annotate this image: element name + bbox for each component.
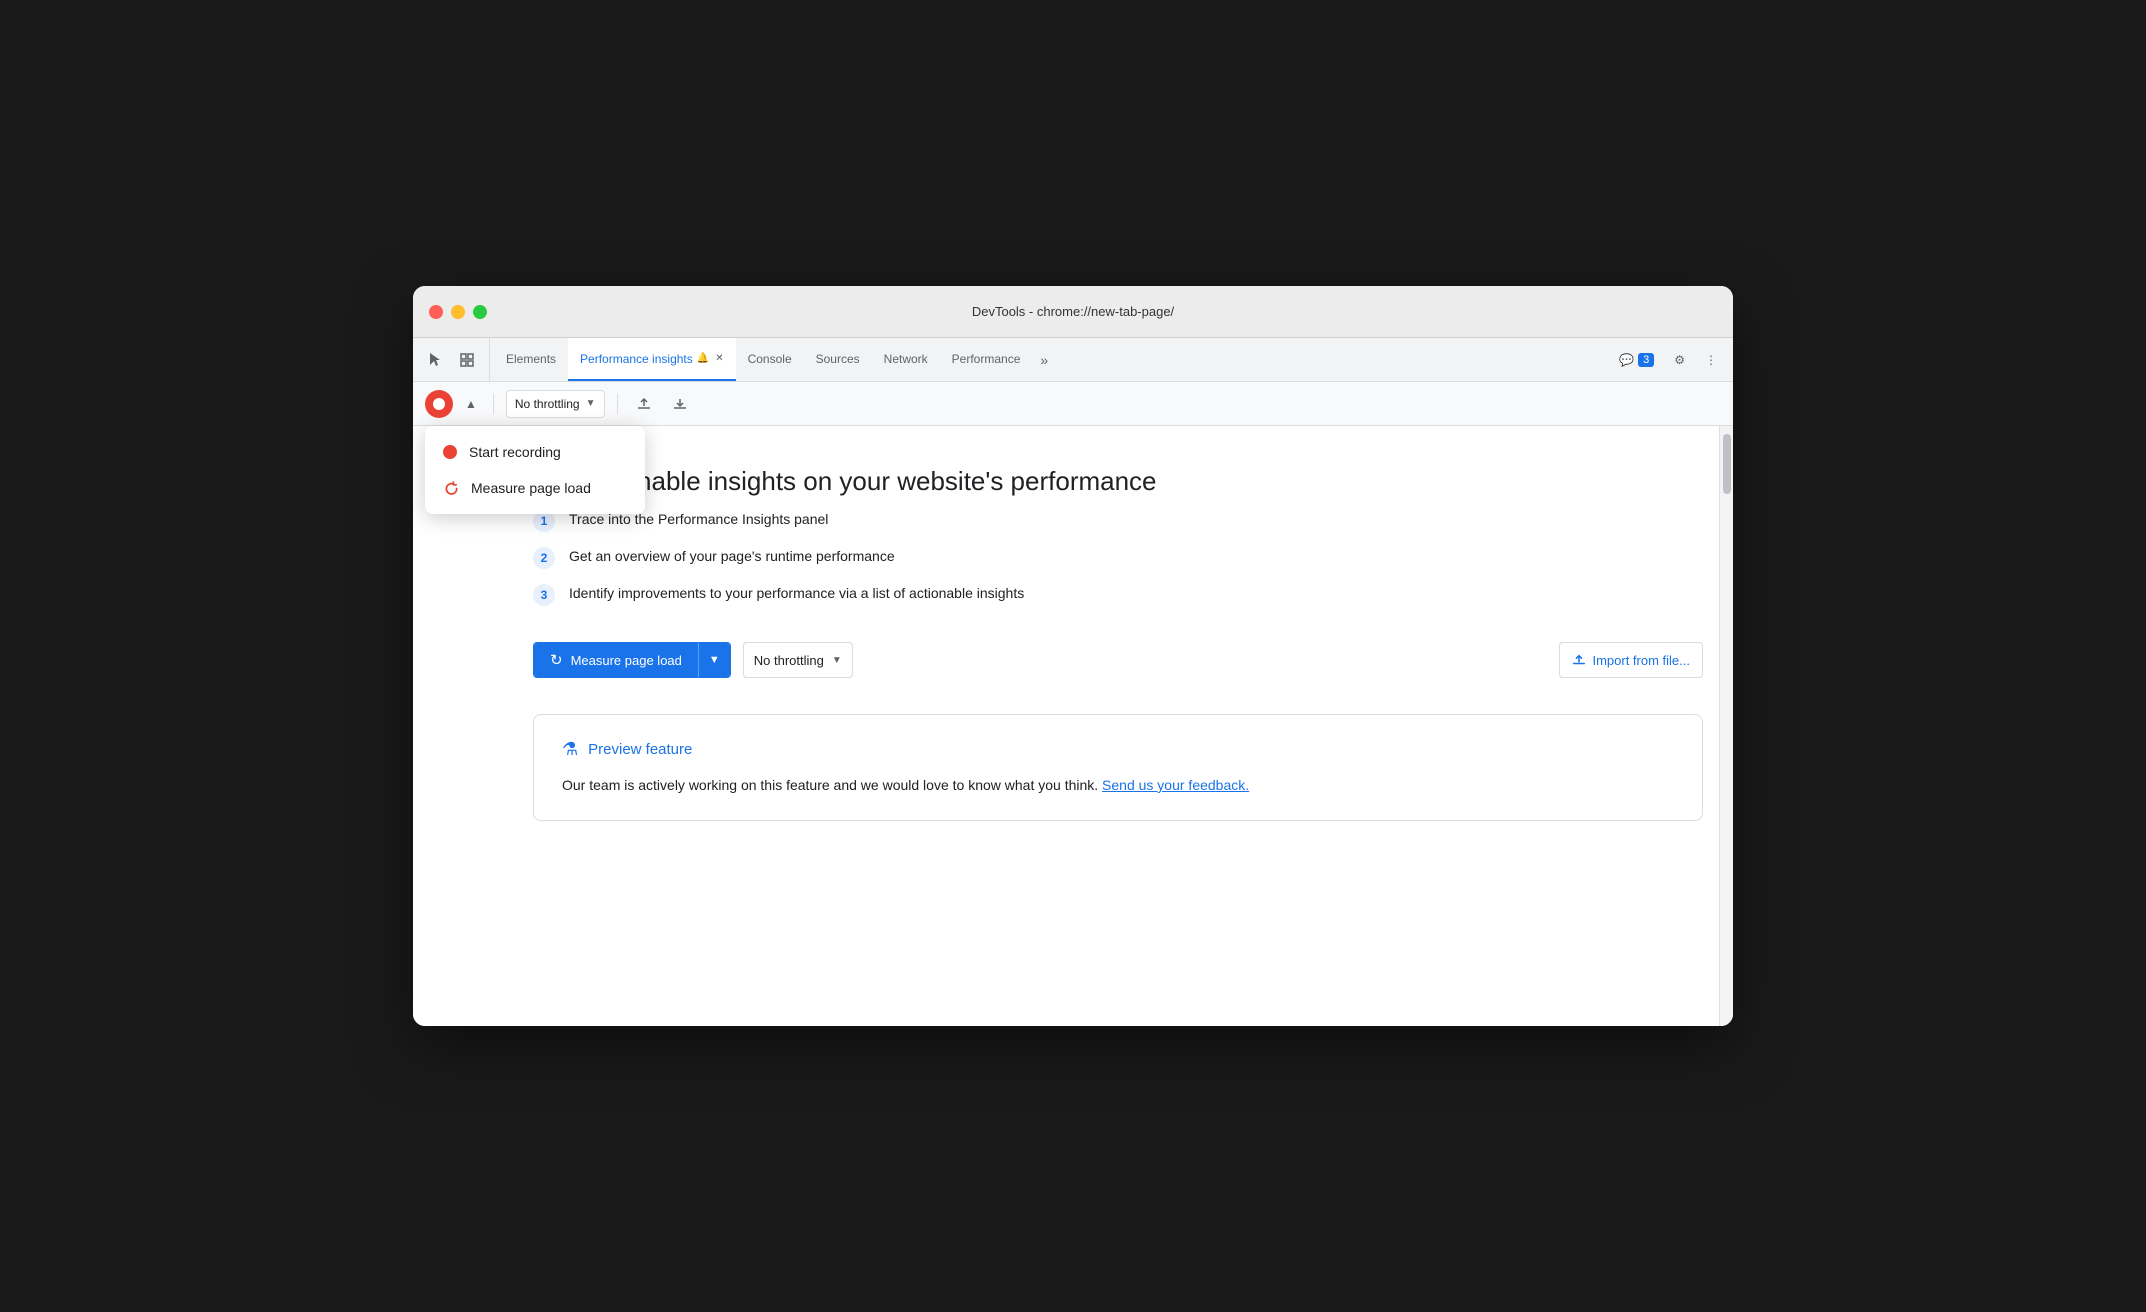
step-item-3: 3 Identify improvements to your performa… xyxy=(533,583,1703,606)
step-text-2: Get an overview of your page's runtime p… xyxy=(569,546,895,567)
throttle-main-label: No throttling xyxy=(754,653,824,668)
settings-icon: ⚙ xyxy=(1674,353,1685,367)
start-recording-item[interactable]: Start recording xyxy=(425,434,645,470)
record-dropdown-arrow[interactable]: ▲ xyxy=(461,393,481,415)
measure-arrow-icon: ▼ xyxy=(709,654,720,666)
preview-feature-title: Preview feature xyxy=(588,741,692,758)
tab-icon-group xyxy=(421,338,490,381)
minimize-button[interactable] xyxy=(451,305,465,319)
tab-network[interactable]: Network xyxy=(872,338,940,381)
window-title: DevTools - chrome://new-tab-page/ xyxy=(972,304,1174,319)
close-button[interactable] xyxy=(429,305,443,319)
page-heading: Get actionable insights on your website'… xyxy=(533,466,1703,497)
step-item-2: 2 Get an overview of your page's runtime… xyxy=(533,546,1703,569)
throttle-select-main[interactable]: No throttling ▼ xyxy=(743,642,853,678)
tab-console[interactable]: Console xyxy=(736,338,804,381)
toolbar: ▲ No throttling ▼ xyxy=(413,382,1733,426)
step-number-3: 3 xyxy=(533,584,555,606)
chat-icon: 💬 xyxy=(1619,353,1634,367)
download-button[interactable] xyxy=(666,390,694,418)
action-row: ↻ Measure page load ▼ No throttling ▼ Im… xyxy=(533,642,1703,678)
record-dot-icon xyxy=(443,445,457,459)
preview-feature-header: ⚗ Preview feature xyxy=(562,739,1674,760)
measure-btn-label: Measure page load xyxy=(571,653,682,668)
title-bar: DevTools - chrome://new-tab-page/ xyxy=(413,286,1733,338)
throttle-dropdown[interactable]: No throttling ▼ xyxy=(506,390,605,418)
measure-page-load-button[interactable]: ↻ Measure page load xyxy=(534,643,698,677)
upload-button[interactable] xyxy=(630,390,658,418)
tab-performance-insights[interactable]: Performance insights 🔔 ✕ xyxy=(568,338,736,381)
record-icon xyxy=(433,398,445,410)
main-content: Get actionable insights on your website'… xyxy=(413,426,1733,1026)
measure-page-load-item[interactable]: Measure page load xyxy=(425,470,645,506)
measure-page-load-label: Measure page load xyxy=(471,480,591,496)
flask-icon: ⚗ xyxy=(562,739,578,760)
throttle-chevron-icon: ▼ xyxy=(586,398,596,409)
devtools-window: DevTools - chrome://new-tab-page/ Elemen xyxy=(413,286,1733,1026)
settings-button[interactable]: ⚙ xyxy=(1666,349,1693,371)
tab-close-icon[interactable]: ✕ xyxy=(715,353,723,364)
import-btn-label: Import from file... xyxy=(1592,653,1690,668)
tabs-right-actions: 💬 3 ⚙ ⋮ xyxy=(1603,338,1733,381)
more-button[interactable]: ⋮ xyxy=(1697,349,1725,371)
throttle-main-chevron: ▼ xyxy=(832,655,842,666)
tab-elements[interactable]: Elements xyxy=(494,338,568,381)
scrollbar[interactable] xyxy=(1719,426,1733,1026)
scroll-thumb[interactable] xyxy=(1723,434,1731,494)
throttle-label: No throttling xyxy=(515,397,580,411)
feedback-link[interactable]: Send us your feedback. xyxy=(1102,777,1249,793)
more-icon: ⋮ xyxy=(1705,353,1717,367)
start-recording-label: Start recording xyxy=(469,444,561,460)
step-text-3: Identify improvements to your performanc… xyxy=(569,583,1024,604)
tab-sources[interactable]: Sources xyxy=(804,338,872,381)
refresh-icon xyxy=(443,480,459,496)
preview-text-before-link: Our team is actively working on this fea… xyxy=(562,777,1102,793)
preview-feature-box: ⚗ Preview feature Our team is actively w… xyxy=(533,714,1703,821)
steps-list: 1 Trace into the Performance Insights pa… xyxy=(533,509,1703,606)
cursor-icon[interactable] xyxy=(421,346,449,374)
tabs-list: Elements Performance insights 🔔 ✕ Consol… xyxy=(494,338,1603,381)
record-button[interactable] xyxy=(425,390,453,418)
maximize-button[interactable] xyxy=(473,305,487,319)
inspect-icon[interactable] xyxy=(453,346,481,374)
preview-feature-text: Our team is actively working on this fea… xyxy=(562,774,1674,796)
tab-bell-icon: 🔔 xyxy=(697,353,709,364)
record-dropdown-menu: Start recording Measure page load xyxy=(425,426,645,514)
import-from-file-button[interactable]: Import from file... xyxy=(1559,642,1703,678)
tabs-overflow-button[interactable]: » xyxy=(1032,338,1056,381)
traffic-lights xyxy=(429,305,487,319)
feedback-badge: 3 xyxy=(1638,353,1654,367)
measure-btn-group: ↻ Measure page load ▼ xyxy=(533,642,731,678)
step-number-2: 2 xyxy=(533,547,555,569)
measure-btn-arrow[interactable]: ▼ xyxy=(698,643,730,677)
step-item-1: 1 Trace into the Performance Insights pa… xyxy=(533,509,1703,532)
devtools-tab-bar: Elements Performance insights 🔔 ✕ Consol… xyxy=(413,338,1733,382)
feedback-button[interactable]: 💬 3 xyxy=(1611,349,1662,371)
measure-refresh-icon: ↻ xyxy=(550,651,563,669)
tab-performance[interactable]: Performance xyxy=(940,338,1033,381)
